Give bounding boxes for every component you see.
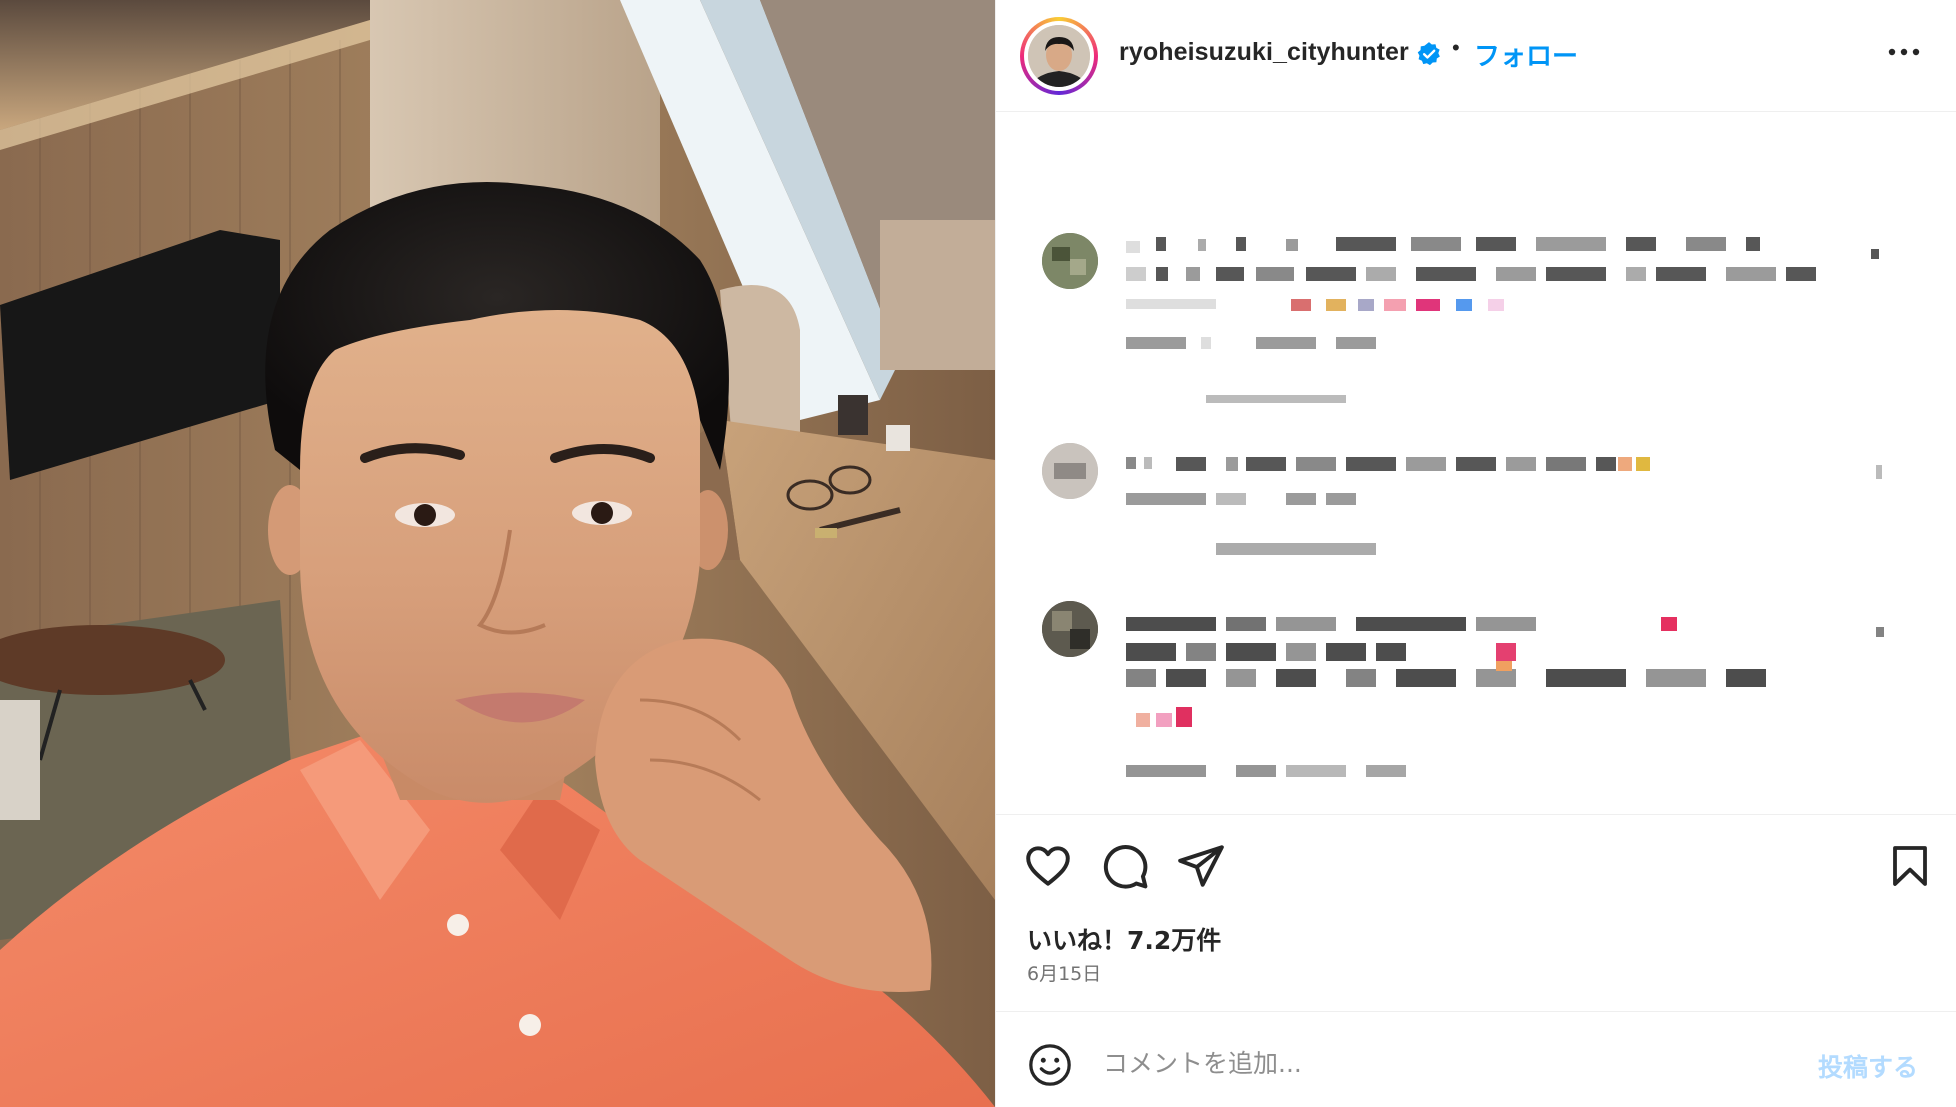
comment-text-blurred bbox=[1126, 457, 1882, 555]
likes-count[interactable]: いいね！7.2万件 bbox=[1027, 921, 1221, 957]
header-separator: • bbox=[1452, 35, 1460, 60]
paper-plane-icon[interactable] bbox=[1176, 841, 1226, 891]
comment-text-blurred bbox=[1126, 617, 1884, 777]
post-header: ryoheisuzuki_cityhunter • フォロー bbox=[996, 0, 1956, 112]
post-panel: ryoheisuzuki_cityhunter • フォロー いいね！7.2万件… bbox=[995, 0, 1956, 1107]
smiley-face-icon[interactable] bbox=[1027, 1042, 1073, 1088]
post-actions: いいね！7.2万件 6月15日 bbox=[996, 814, 1956, 994]
comment-text-blurred bbox=[1126, 237, 1879, 403]
selfie-image bbox=[0, 0, 995, 1107]
post-photo[interactable] bbox=[0, 0, 995, 1107]
comment-avatar[interactable] bbox=[1042, 443, 1098, 499]
comment-avatar[interactable] bbox=[1042, 233, 1098, 289]
comment-composer: 投稿する bbox=[996, 1011, 1956, 1107]
more-horizontal-icon[interactable] bbox=[1886, 40, 1922, 64]
avatar-image bbox=[1028, 25, 1090, 87]
comment-input[interactable] bbox=[1103, 1038, 1763, 1088]
heart-icon[interactable] bbox=[1023, 841, 1073, 891]
username[interactable]: ryoheisuzuki_cityhunter bbox=[1119, 38, 1409, 67]
post-comment-button[interactable]: 投稿する bbox=[1818, 1048, 1918, 1084]
comments-list bbox=[996, 113, 1956, 813]
follow-button[interactable]: フォロー bbox=[1474, 36, 1578, 73]
comment-bubble-icon[interactable] bbox=[1100, 841, 1150, 891]
comment-avatar[interactable] bbox=[1042, 601, 1098, 657]
post-date[interactable]: 6月15日 bbox=[1027, 959, 1101, 986]
verified-badge-icon bbox=[1417, 42, 1440, 66]
bookmark-icon[interactable] bbox=[1886, 841, 1934, 891]
avatar[interactable] bbox=[1020, 17, 1098, 95]
